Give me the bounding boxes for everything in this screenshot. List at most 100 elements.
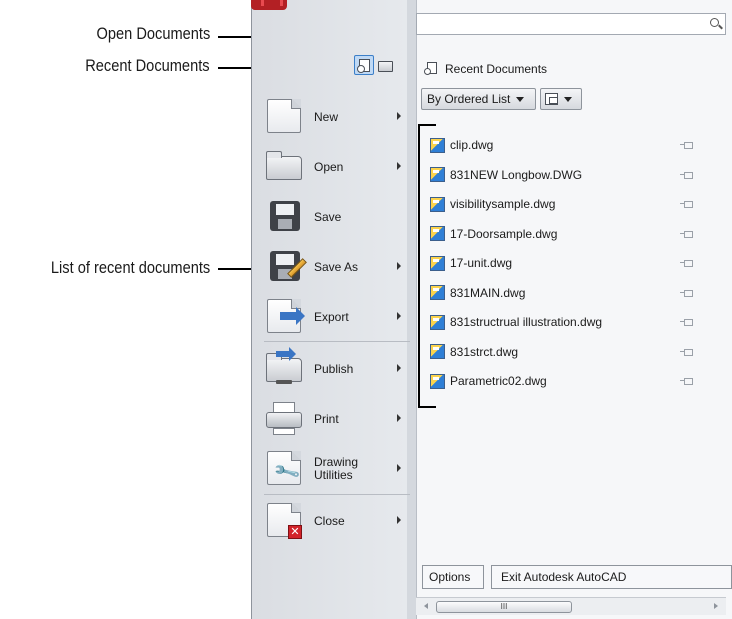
- command-label: Save: [314, 209, 342, 224]
- command-open[interactable]: Open: [264, 145, 407, 189]
- recent-document-item[interactable]: clip.dwg: [430, 136, 710, 154]
- horizontal-scrollbar[interactable]: III: [416, 597, 726, 615]
- recent-document-name: 831strct.dwg: [450, 344, 519, 359]
- recent-document-item[interactable]: 17-unit.dwg: [430, 254, 710, 272]
- recent-document-item[interactable]: 831strct.dwg: [430, 343, 710, 361]
- submenu-arrow-icon: [397, 112, 401, 120]
- command-save[interactable]: Save: [264, 195, 407, 239]
- panel-title: Recent Documents: [424, 61, 547, 77]
- recent-document-name: visibilitysample.dwg: [450, 197, 556, 211]
- submenu-arrow-icon: [397, 312, 401, 320]
- command-drawing-utilities[interactable]: 🔧 Drawing Utilities: [264, 447, 407, 491]
- save-as-icon: [264, 247, 307, 287]
- open-documents-button[interactable]: [375, 55, 395, 75]
- command-export[interactable]: Export: [264, 295, 407, 339]
- view-icon: [545, 93, 558, 105]
- submenu-arrow-icon: [397, 364, 401, 372]
- submenu-arrow-icon: [397, 162, 401, 170]
- command-label: Close: [314, 513, 345, 528]
- recent-documents-icon: [424, 62, 438, 76]
- dwg-file-icon: [430, 373, 445, 389]
- pin-icon[interactable]: [680, 348, 693, 356]
- callout-list-recent-documents: List of recent documents: [50, 258, 210, 277]
- pin-icon[interactable]: [680, 230, 693, 238]
- pin-icon[interactable]: [680, 171, 693, 179]
- submenu-arrow-icon: [397, 464, 401, 472]
- submenu-arrow-icon: [397, 262, 401, 270]
- callout-recent-documents: Recent Documents: [85, 56, 210, 75]
- new-document-icon: [264, 97, 304, 137]
- recent-document-item[interactable]: visibilitysample.dwg: [430, 195, 710, 213]
- recent-document-item[interactable]: Parametric02.dwg: [430, 372, 710, 390]
- command-print[interactable]: Print: [264, 397, 407, 441]
- search-icon[interactable]: [710, 18, 719, 27]
- recent-document-name: 17-unit.dwg: [450, 256, 513, 270]
- scroll-left-icon[interactable]: [424, 603, 428, 609]
- view-icons-dropdown[interactable]: [540, 88, 582, 110]
- dwg-file-icon: [430, 196, 445, 212]
- recent-documents-button[interactable]: [354, 55, 374, 75]
- callout-open-documents: Open Documents: [96, 24, 210, 43]
- menu-separator: [264, 341, 410, 342]
- command-label: Publish: [314, 361, 354, 376]
- command-new[interactable]: New: [264, 95, 407, 139]
- recent-document-item[interactable]: 831structrual illustration.dwg: [430, 313, 710, 331]
- recent-document-name: 831MAIN.dwg: [450, 285, 526, 300]
- pin-icon[interactable]: [680, 378, 693, 385]
- submenu-arrow-icon: [397, 414, 401, 422]
- pin-icon[interactable]: [680, 201, 693, 208]
- recent-document-name: 17-Doorsample.dwg: [450, 226, 558, 241]
- scroll-right-icon[interactable]: [714, 603, 718, 609]
- order-by-dropdown[interactable]: By Ordered List: [421, 88, 536, 110]
- chevron-down-icon: [564, 96, 572, 102]
- pin-icon[interactable]: [680, 260, 693, 267]
- command-publish[interactable]: Publish: [264, 347, 407, 391]
- command-save-as[interactable]: Save As: [264, 245, 407, 289]
- dwg-file-icon: [430, 167, 445, 182]
- recent-document-name: Parametric02.dwg: [450, 374, 547, 388]
- pin-icon[interactable]: [680, 319, 693, 326]
- wrench-icon: 🔧: [264, 449, 304, 489]
- command-label: Print: [314, 411, 339, 426]
- pin-icon[interactable]: [680, 289, 693, 297]
- command-label: New: [314, 109, 339, 124]
- chevron-down-icon: [516, 96, 525, 102]
- export-icon: [264, 297, 305, 337]
- scrollbar-thumb[interactable]: III: [436, 601, 572, 613]
- menu-separator: [264, 494, 410, 495]
- options-label: Options: [429, 570, 471, 584]
- command-label: Open: [314, 159, 344, 174]
- recent-document-name: 831structrual illustration.dwg: [450, 315, 603, 329]
- recent-document-item[interactable]: 831NEW Longbow.DWG: [430, 166, 710, 184]
- pin-icon[interactable]: [680, 142, 693, 149]
- dwg-file-icon: [430, 314, 445, 330]
- printer-icon: [264, 399, 304, 439]
- application-button[interactable]: [251, 0, 287, 10]
- recent-document-item[interactable]: 17-Doorsample.dwg: [430, 225, 710, 243]
- dwg-file-icon: [430, 137, 445, 153]
- search-input[interactable]: [416, 13, 726, 35]
- clock-icon: [357, 65, 365, 73]
- submenu-arrow-icon: [397, 516, 401, 524]
- recent-document-item[interactable]: 831MAIN.dwg: [430, 284, 710, 302]
- recent-document-name: clip.dwg: [450, 138, 494, 152]
- dwg-file-icon: [430, 285, 445, 300]
- open-folder-icon: [264, 147, 304, 187]
- dwg-file-icon: [430, 344, 445, 359]
- options-button[interactable]: Options: [422, 565, 484, 589]
- floppy-disk-icon: [264, 197, 304, 237]
- command-label: Export: [314, 309, 349, 324]
- open-documents-icon: [378, 61, 393, 72]
- dwg-file-icon: [430, 226, 445, 241]
- exit-label: Exit Autodesk AutoCAD: [501, 570, 627, 584]
- recent-document-name: 831NEW Longbow.DWG: [450, 167, 583, 182]
- command-label: Save As: [314, 259, 359, 274]
- command-label: Drawing Utilities: [314, 455, 359, 482]
- command-close[interactable]: ✕ Close: [264, 499, 407, 543]
- dwg-file-icon: [430, 255, 445, 271]
- close-document-icon: ✕: [264, 501, 304, 541]
- exit-autocad-button[interactable]: Exit Autodesk AutoCAD: [491, 565, 732, 589]
- panel-title-label: Recent Documents: [445, 62, 548, 76]
- publish-icon: [264, 347, 304, 389]
- order-by-value: By Ordered List: [427, 92, 511, 106]
